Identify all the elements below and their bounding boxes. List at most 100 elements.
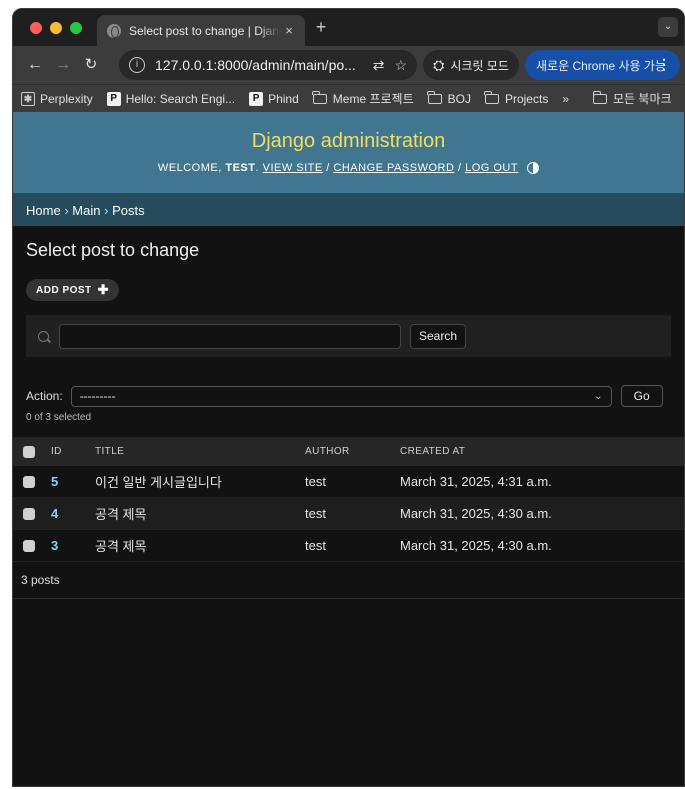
admin-header: Django administration WELCOME, TEST. VIE… bbox=[13, 112, 684, 193]
column-header-title[interactable]: TITLE bbox=[95, 446, 305, 457]
table-row: 5 이건 일반 게시글입니다 test March 31, 2025, 4:31… bbox=[13, 466, 684, 498]
row-created: March 31, 2025, 4:31 a.m. bbox=[400, 474, 552, 489]
paginator: 3 posts bbox=[13, 562, 684, 599]
bookmark-folder-projects[interactable]: Projects bbox=[484, 90, 549, 106]
new-tab-button[interactable]: + bbox=[311, 17, 331, 38]
incognito-indicator[interactable]: ⛭ 시크릿 모드 bbox=[423, 50, 519, 80]
url-text[interactable]: 127.0.0.1:8000/admin/main/po... bbox=[155, 57, 363, 73]
folder-icon bbox=[312, 90, 327, 104]
username: TEST bbox=[225, 162, 256, 174]
bookmark-star-icon[interactable]: ☆ bbox=[394, 57, 407, 74]
action-label: Action: bbox=[26, 389, 63, 403]
page-title: Select post to change bbox=[26, 240, 200, 260]
back-arrow-icon[interactable]: ← bbox=[25, 55, 45, 75]
window-maximize-button[interactable] bbox=[70, 22, 82, 34]
actions-bar: Action: --------- ⌄ Go bbox=[26, 385, 671, 407]
folder-icon bbox=[484, 90, 499, 104]
row-id-link[interactable]: 3 bbox=[51, 538, 95, 553]
add-post-button[interactable]: ADD POST ✚ bbox=[26, 279, 120, 301]
phind-icon: P bbox=[249, 91, 264, 106]
table-row: 4 공격 제목 test March 31, 2025, 4:30 a.m. bbox=[13, 498, 684, 530]
all-bookmarks-folder[interactable]: 모든 북마크 bbox=[592, 90, 672, 107]
selected-count: 0 of 3 selected bbox=[26, 412, 92, 423]
address-bar[interactable]: i 127.0.0.1:8000/admin/main/po... ⇄ ☆ bbox=[119, 50, 417, 80]
bookmark-perplexity[interactable]: ✱ Perplexity bbox=[21, 91, 93, 106]
row-checkbox[interactable] bbox=[23, 539, 35, 552]
breadcrumb-model: Posts bbox=[112, 203, 145, 218]
search-toolbar: Search bbox=[26, 315, 671, 357]
chevron-down-icon: ⌄ bbox=[594, 390, 603, 402]
search-input[interactable] bbox=[59, 323, 401, 349]
row-title: 이건 일반 게시글입니다 bbox=[95, 475, 222, 490]
phind-icon: P bbox=[106, 91, 121, 106]
tab-search-button[interactable]: ⌄ bbox=[658, 17, 678, 37]
bookmark-phind[interactable]: P Phind bbox=[249, 91, 299, 106]
row-author: test bbox=[305, 538, 326, 553]
log-out-link[interactable]: LOG OUT bbox=[465, 162, 518, 174]
browser-tab[interactable]: Select post to change | Django site admi… bbox=[97, 15, 305, 46]
admin-page: Django administration WELCOME, TEST. VIE… bbox=[13, 112, 684, 786]
action-select-value: --------- bbox=[79, 388, 116, 403]
chrome-update-button[interactable]: 새로운 Chrome 사용 가능 ⋮ bbox=[525, 50, 680, 80]
breadcrumb-separator: › bbox=[64, 203, 69, 218]
site-info-icon[interactable]: i bbox=[129, 57, 145, 73]
action-select[interactable]: --------- ⌄ bbox=[70, 385, 612, 407]
row-author: test bbox=[305, 506, 326, 521]
plus-icon: ✚ bbox=[97, 282, 110, 297]
row-id-link[interactable]: 4 bbox=[51, 506, 95, 521]
breadcrumb-home[interactable]: Home bbox=[26, 203, 61, 218]
user-tools: WELCOME, TEST. VIEW SITE / CHANGE PASSWO… bbox=[13, 162, 684, 174]
window-minimize-button[interactable] bbox=[50, 22, 62, 34]
bookmark-label: BOJ bbox=[447, 91, 471, 106]
bookmark-folder-meme[interactable]: Meme 프로젝트 bbox=[312, 90, 414, 107]
tab-strip: Select post to change | Django site admi… bbox=[13, 9, 684, 46]
column-header-created[interactable]: CREATED AT bbox=[400, 446, 600, 457]
select-all-checkbox[interactable] bbox=[23, 445, 35, 458]
bookmark-folder-boj[interactable]: BOJ bbox=[427, 90, 471, 106]
row-checkbox[interactable] bbox=[23, 475, 35, 488]
search-button[interactable]: Search bbox=[410, 323, 467, 349]
search-icon bbox=[38, 330, 49, 342]
column-header-id[interactable]: ID bbox=[51, 446, 95, 457]
table-row: 3 공격 제목 test March 31, 2025, 4:30 a.m. bbox=[13, 530, 684, 562]
go-button[interactable]: Go bbox=[620, 385, 663, 407]
breadcrumb-app[interactable]: Main bbox=[72, 203, 100, 218]
theme-toggle-icon[interactable] bbox=[527, 162, 540, 174]
bookmark-label: Meme 프로젝트 bbox=[332, 92, 414, 106]
row-created: March 31, 2025, 4:30 a.m. bbox=[400, 538, 552, 553]
site-branding[interactable]: Django administration bbox=[13, 112, 684, 153]
view-site-link[interactable]: VIEW SITE bbox=[263, 162, 323, 174]
browser-toolbar: ← → ↻ i 127.0.0.1:8000/admin/main/po... … bbox=[13, 46, 684, 84]
breadcrumb: Home › Main › Posts bbox=[13, 193, 684, 226]
tab-close-icon[interactable]: × bbox=[281, 23, 297, 38]
bookmark-label: Phind bbox=[268, 91, 299, 106]
reload-icon[interactable]: ↻ bbox=[81, 55, 101, 75]
bookmarks-overflow-icon[interactable]: » bbox=[562, 92, 569, 106]
bookmarks-bar: ✱ Perplexity P Hello: Search Engi... P P… bbox=[13, 84, 684, 112]
row-title: 공격 제목 bbox=[95, 539, 147, 554]
row-created: March 31, 2025, 4:30 a.m. bbox=[400, 506, 552, 521]
forward-arrow-icon[interactable]: → bbox=[53, 55, 73, 75]
browser-window: Select post to change | Django site admi… bbox=[12, 8, 685, 787]
perplexity-icon: ✱ bbox=[21, 91, 35, 106]
row-title: 공격 제목 bbox=[95, 507, 147, 522]
window-close-button[interactable] bbox=[30, 22, 42, 34]
breadcrumb-separator: › bbox=[104, 203, 109, 218]
add-post-label: ADD POST bbox=[36, 284, 92, 296]
bookmark-label: Hello: Search Engi... bbox=[125, 91, 236, 106]
translate-icon[interactable]: ⇄ bbox=[373, 57, 385, 74]
menu-dots-icon[interactable]: ⋮ bbox=[657, 56, 671, 73]
change-password-link[interactable]: CHANGE PASSWORD bbox=[333, 162, 454, 174]
column-header-author[interactable]: AUTHOR bbox=[305, 446, 400, 457]
bookmark-label: Projects bbox=[504, 91, 549, 106]
bookmark-hello-search[interactable]: P Hello: Search Engi... bbox=[106, 91, 236, 106]
welcome-text: WELCOME, bbox=[157, 162, 222, 174]
row-id-link[interactable]: 5 bbox=[51, 474, 95, 489]
folder-icon bbox=[592, 90, 608, 104]
row-checkbox[interactable] bbox=[23, 507, 35, 520]
results-table: ID TITLE AUTHOR CREATED AT 5 이건 일반 게시글입니… bbox=[13, 437, 684, 599]
tab-title: Select post to change | Django site admi… bbox=[129, 23, 281, 38]
update-label: 새로운 Chrome 사용 가능 bbox=[536, 58, 666, 73]
folder-icon bbox=[427, 90, 442, 104]
content: Select post to change ADD POST ✚ Search … bbox=[13, 240, 684, 423]
